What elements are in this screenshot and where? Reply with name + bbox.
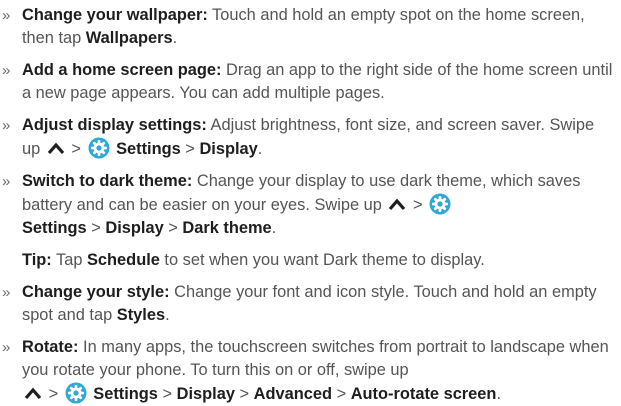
item-title: Rotate: <box>22 338 79 356</box>
item-title: Change your style: <box>22 283 170 301</box>
settings-gear-icon <box>429 193 451 215</box>
tip-label: Tip: <box>22 251 52 269</box>
list-item-display-settings: » Adjust display settings: Adjust bright… <box>2 116 595 159</box>
bullet: » <box>2 62 11 79</box>
list-item-style: » Change your style: Change your font an… <box>2 283 597 324</box>
advanced-label: Advanced <box>253 385 332 403</box>
dark-theme-label: Dark theme <box>182 219 272 237</box>
item-title: Add a home screen page: <box>22 61 222 79</box>
list-item-rotate: » Rotate: In many apps, the touchscreen … <box>2 338 609 404</box>
item-title: Change your wallpaper: <box>22 6 208 24</box>
bullet: » <box>2 117 11 134</box>
bullet: » <box>2 339 11 356</box>
settings-label: Settings <box>116 140 181 158</box>
settings-gear-icon <box>88 137 109 159</box>
display-label: Display <box>176 385 235 403</box>
schedule-label: Schedule <box>87 251 160 269</box>
item-title: Switch to dark theme: <box>22 172 193 190</box>
styles-label: Styles <box>116 306 166 324</box>
settings-gear-icon <box>65 382 87 404</box>
wallpapers-label: Wallpapers <box>85 29 173 47</box>
chevron-up-icon <box>389 198 406 211</box>
display-label: Display <box>105 219 164 237</box>
bullet: » <box>2 7 11 24</box>
settings-label: Settings <box>22 219 87 237</box>
tip-note: Tip: Tap Schedule to set when you want D… <box>22 251 485 269</box>
item-text: In many apps, the touchscreen switches f… <box>22 338 609 379</box>
bullet: » <box>2 284 11 301</box>
display-label: Display <box>199 140 258 158</box>
auto-rotate-label: Auto-rotate screen <box>350 385 497 403</box>
list-item-dark-theme: » Switch to dark theme: Change your disp… <box>2 172 581 237</box>
chevron-up-icon <box>47 142 65 155</box>
item-title: Adjust display settings: <box>22 116 207 134</box>
help-page: » Change your wallpaper: Touch and hold … <box>0 0 621 405</box>
bullet: » <box>2 173 11 190</box>
chevron-up-icon <box>24 387 42 400</box>
list-item-home-page: » Add a home screen page: Drag an app to… <box>0 59 621 105</box>
list-item-wallpaper: » Change your wallpaper: Touch and hold … <box>2 6 585 47</box>
settings-label: Settings <box>93 385 158 403</box>
